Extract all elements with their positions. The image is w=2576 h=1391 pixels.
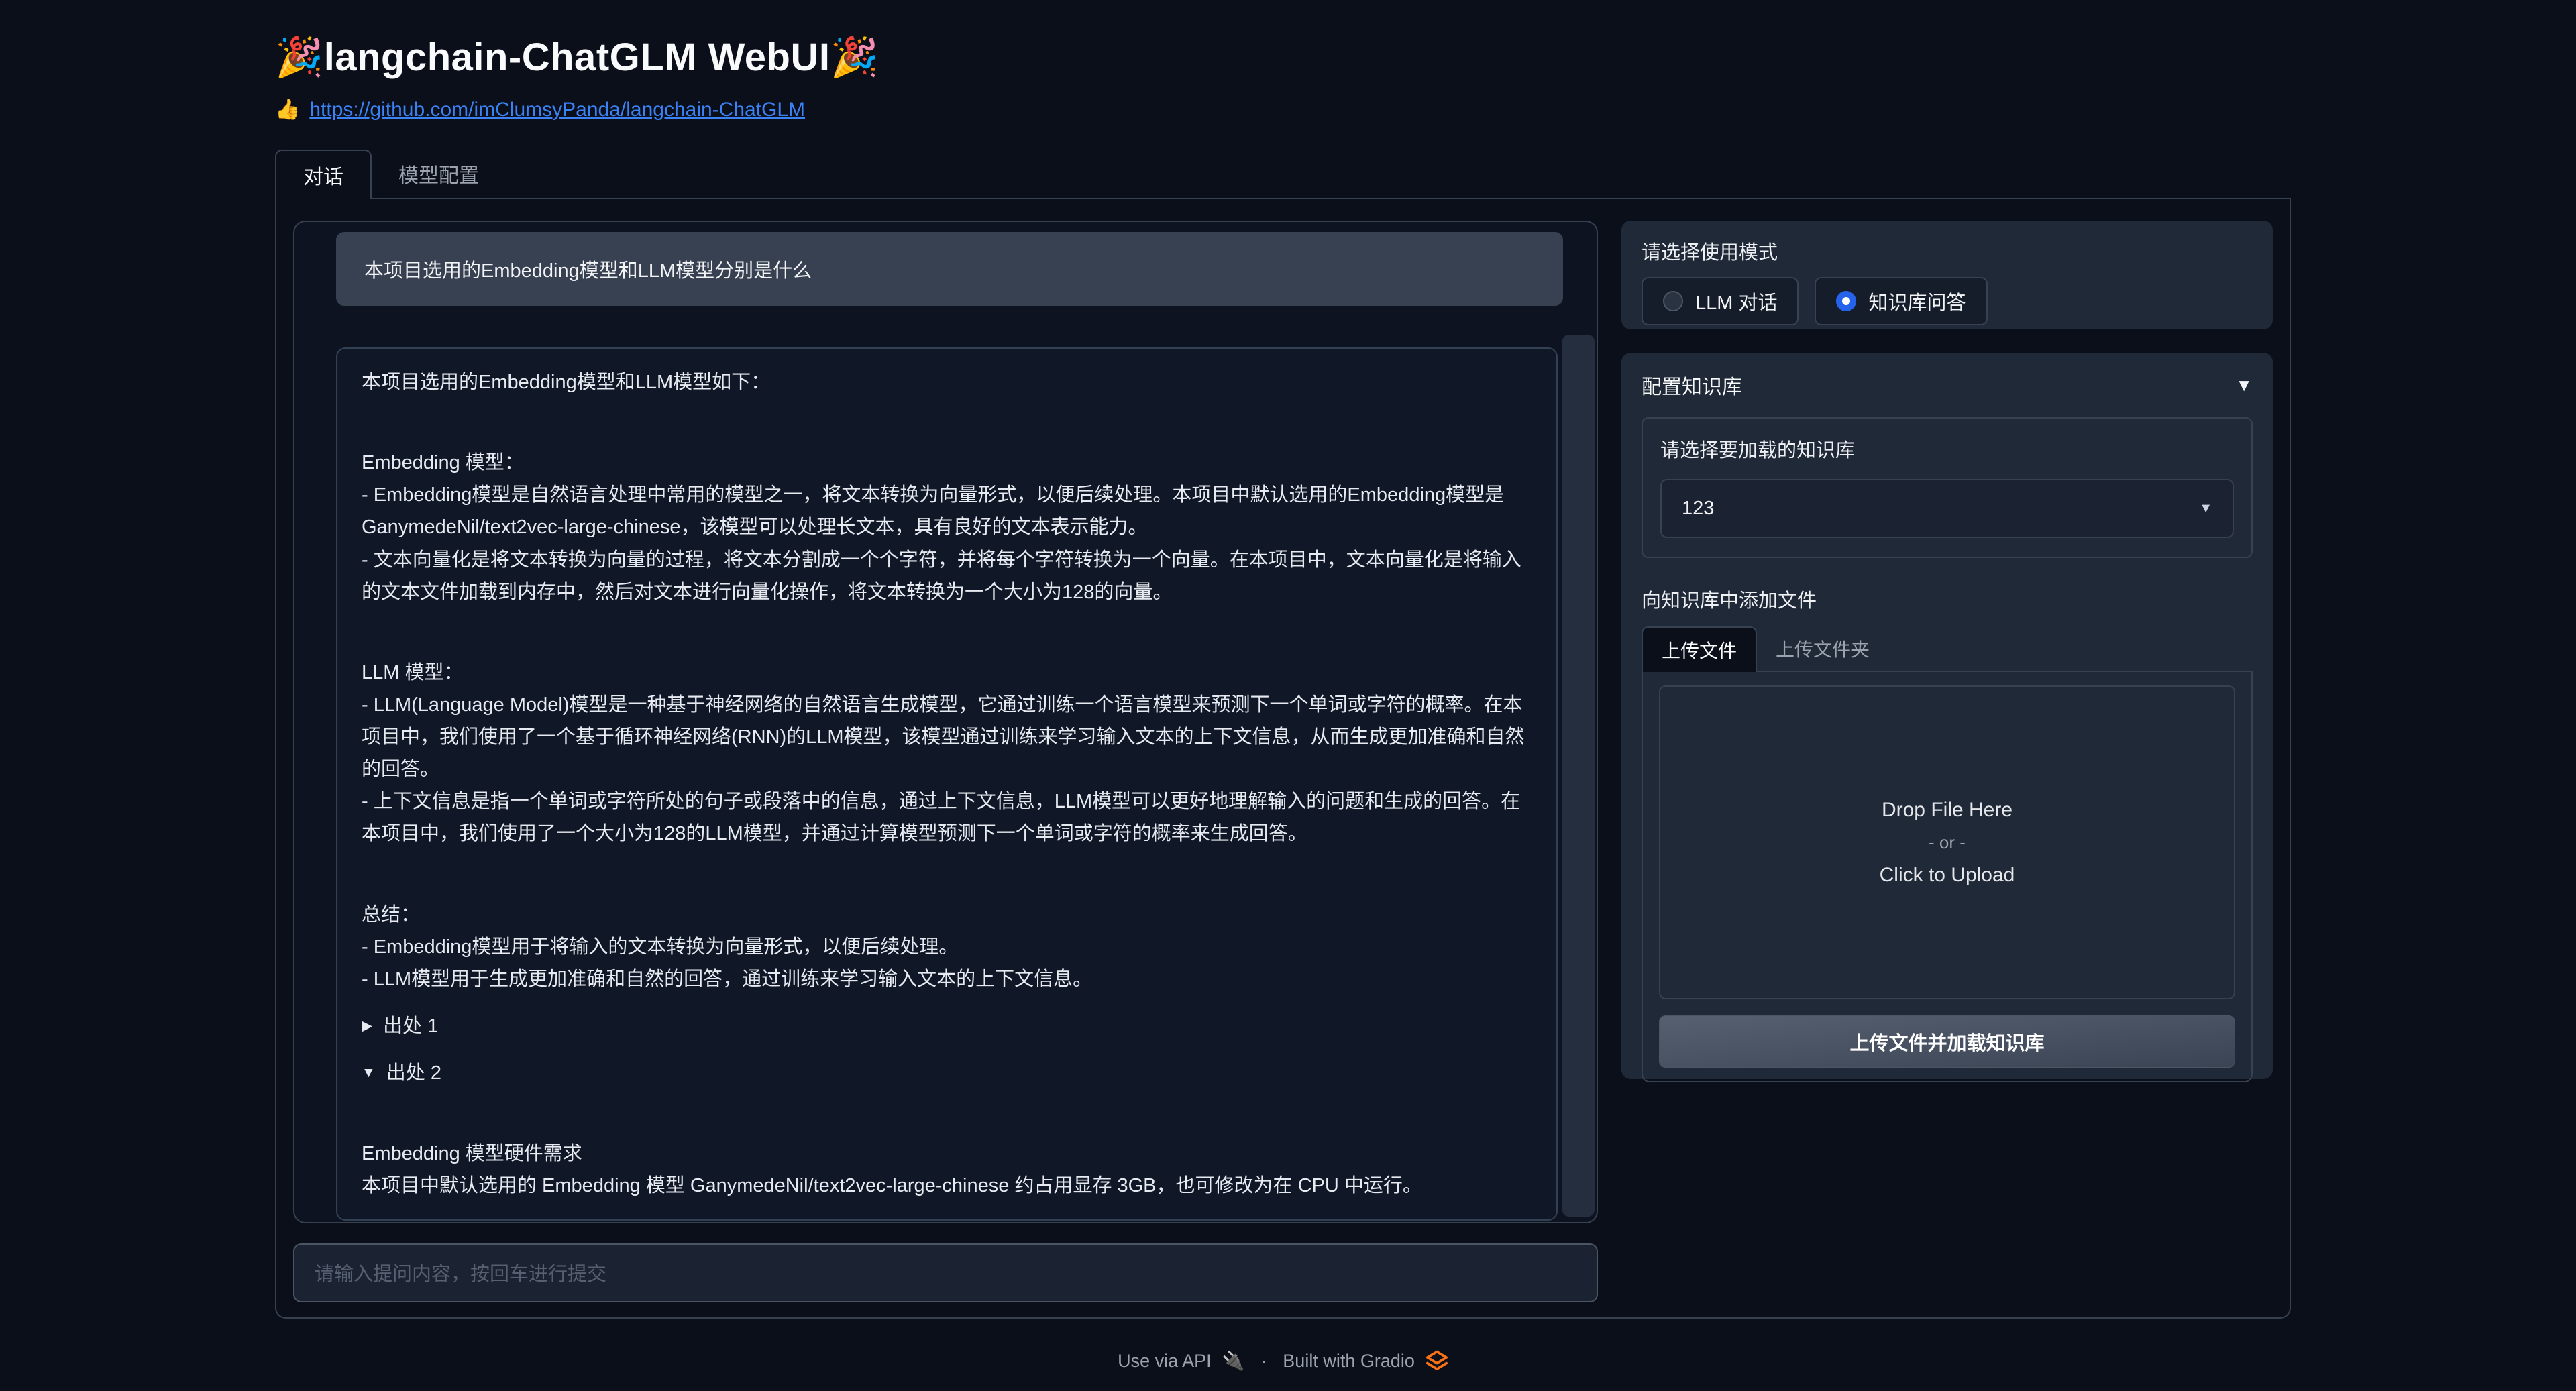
kb-dropdown[interactable]: 123 ▼ (1660, 479, 2234, 538)
bot-paragraph: 本项目选用的Embedding模型和LLM模型如下： (362, 366, 1532, 398)
question-input[interactable]: 请输入提问内容，按回车进行提交 (293, 1243, 1598, 1302)
main-tabbar: 对话 模型配置 (275, 150, 2291, 199)
source-1-toggle[interactable]: ▶ 出处 1 (362, 1010, 1532, 1042)
chat-column: 本项目选用的Embedding模型和LLM模型分别是什么 本项目选用的Embed… (293, 221, 1598, 1302)
github-link-row: 👍 https://github.com/imClumsyPanda/langc… (275, 98, 2291, 121)
bot-message: 本项目选用的Embedding模型和LLM模型如下： Embedding 模型：… (336, 347, 1558, 1221)
upload-tab-content: Drop File Here - or - Click to Upload 上传… (1642, 672, 2253, 1082)
upload-tabbar: 上传文件 上传文件夹 (1642, 626, 2253, 672)
tab-chat[interactable]: 对话 (275, 150, 372, 199)
bot-paragraph: - 上下文信息是指一个单词或字符所处的句子或段落中的信息，通过上下文信息，LLM… (362, 785, 1532, 850)
source-2-label: 出处 2 (386, 1057, 441, 1089)
bot-paragraph: 总结： (362, 899, 1532, 931)
footer-separator: · (1260, 1351, 1267, 1372)
source-1-label: 出处 1 (383, 1010, 438, 1042)
bot-paragraph: - LLM(Language Model)模型是一种基于神经网络的自然语言生成模… (362, 689, 1532, 785)
radio-knowledge-qa-label: 知识库问答 (1868, 287, 1966, 315)
drop-line-1: Drop File Here (1882, 799, 2012, 822)
built-with-gradio-link[interactable]: Built with Gradio (1283, 1351, 1415, 1372)
accordion-caret-icon: ▼ (2235, 375, 2253, 396)
kb-add-files-label: 向知识库中添加文件 (1642, 585, 2253, 613)
page-title: 🎉langchain-ChatGLM WebUI🎉 (275, 35, 2291, 80)
mode-panel: 请选择使用模式 LLM 对话 知识库问答 (1621, 221, 2273, 329)
source-2-title: Embedding 模型硬件需求 (362, 1137, 1532, 1170)
mode-radio-group: LLM 对话 知识库问答 (1642, 277, 2253, 325)
tab-model-config[interactable]: 模型配置 (372, 150, 506, 199)
bot-paragraph (362, 1089, 1532, 1137)
bot-paragraph: - Embedding模型用于将输入的文本转换为向量形式，以便后续处理。 (362, 931, 1532, 963)
collapsed-caret-icon: ▶ (362, 1015, 372, 1038)
bot-paragraph: Embedding 模型： (362, 447, 1532, 479)
radio-unselected-icon (1663, 291, 1683, 311)
gradio-logo-icon (1426, 1349, 1448, 1372)
kb-select-box: 请选择要加载的知识库 123 ▼ (1642, 417, 2253, 558)
thumbs-up-icon: 👍 (275, 98, 300, 121)
bot-paragraph (362, 608, 1532, 657)
knowledge-base-panel: 配置知识库 ▼ 请选择要加载的知识库 123 ▼ 向知识库中添加文件 上传文 (1621, 353, 2273, 1079)
source-2-toggle[interactable]: ▼ 出处 2 (362, 1057, 1532, 1089)
kb-accordion-title: 配置知识库 (1642, 370, 1742, 400)
mode-label: 请选择使用模式 (1642, 237, 2253, 265)
app-container: 🎉langchain-ChatGLM WebUI🎉 👍 https://gith… (275, 0, 2291, 1372)
tabbar-filler (506, 150, 2291, 199)
tab-upload-file[interactable]: 上传文件 (1642, 626, 1757, 672)
question-input-placeholder: 请输入提问内容，按回车进行提交 (315, 1264, 606, 1285)
upload-and-load-kb-button[interactable]: 上传文件并加载知识库 (1659, 1015, 2235, 1068)
chat-tab-content: 本项目选用的Embedding模型和LLM模型分别是什么 本项目选用的Embed… (275, 199, 2291, 1319)
source-2-body: 本项目中默认选用的 Embedding 模型 GanymedeNil/text2… (362, 1170, 1532, 1202)
radio-knowledge-qa[interactable]: 知识库问答 (1815, 277, 1987, 325)
radio-llm-chat-label: LLM 对话 (1695, 287, 1777, 315)
user-message-text: 本项目选用的Embedding模型和LLM模型分别是什么 (364, 255, 812, 283)
kb-accordion-header[interactable]: 配置知识库 ▼ (1642, 370, 2253, 400)
chatbot: 本项目选用的Embedding模型和LLM模型分别是什么 本项目选用的Embed… (293, 221, 1598, 1223)
upload-block: 上传文件 上传文件夹 Drop File Here - or - Click t… (1642, 626, 2253, 1082)
file-drop-area[interactable]: Drop File Here - or - Click to Upload (1659, 685, 2235, 999)
chatbot-scrollbar[interactable] (1562, 335, 1595, 1217)
footer: Use via API 🔌 · Built with Gradio (275, 1349, 2291, 1372)
expanded-caret-icon: ▼ (362, 1062, 376, 1085)
tab-upload-folder[interactable]: 上传文件夹 (1757, 626, 1888, 672)
user-message: 本项目选用的Embedding模型和LLM模型分别是什么 (336, 232, 1563, 306)
kb-dropdown-value: 123 (1682, 498, 1714, 520)
kb-select-label: 请选择要加载的知识库 (1660, 435, 2234, 463)
drop-line-2: - or - (1929, 832, 1966, 853)
settings-column: 请选择使用模式 LLM 对话 知识库问答 配置知识库 (1621, 221, 2273, 1079)
bot-paragraph (362, 398, 1532, 447)
use-via-api-link[interactable]: Use via API (1118, 1351, 1212, 1372)
bot-paragraph (362, 850, 1532, 899)
dropdown-caret-icon: ▼ (2199, 501, 2212, 516)
radio-llm-chat[interactable]: LLM 对话 (1642, 277, 1799, 325)
bot-paragraph: - LLM模型用于生成更加准确和自然的回答，通过训练来学习输入文本的上下文信息。 (362, 963, 1532, 995)
github-link[interactable]: https://github.com/imClumsyPanda/langcha… (309, 99, 805, 121)
upload-tabbar-filler (1888, 626, 2253, 672)
bot-paragraph: - Embedding模型是自然语言处理中常用的模型之一，将文本转换为向量形式，… (362, 479, 1532, 543)
bot-paragraph: LLM 模型： (362, 657, 1532, 689)
plug-icon: 🔌 (1222, 1350, 1245, 1372)
drop-line-3: Click to Upload (1880, 864, 2015, 887)
bot-paragraph: - 文本向量化是将文本转换为向量的过程，将文本分割成一个个字符，并将每个字符转换… (362, 544, 1532, 608)
radio-selected-icon (1836, 291, 1856, 311)
